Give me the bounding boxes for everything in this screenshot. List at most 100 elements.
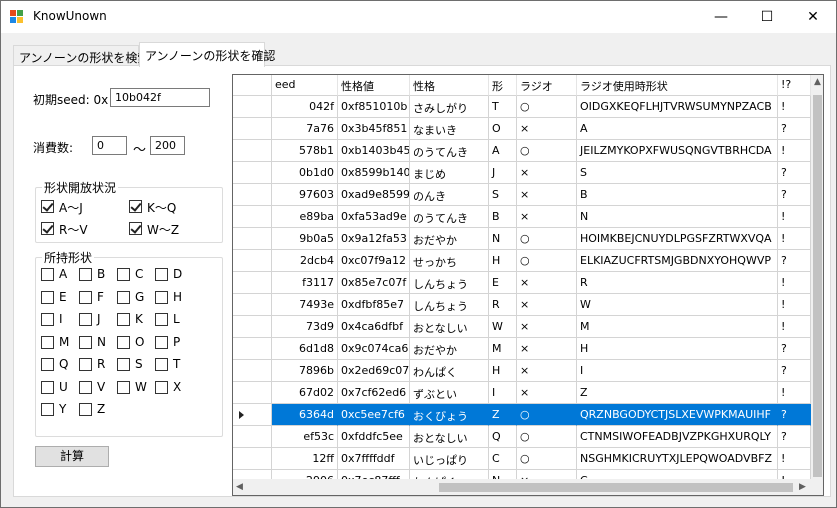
cell-seed[interactable]: 9b0a5 <box>272 228 338 250</box>
cell-shape[interactable]: A <box>489 140 517 162</box>
table-row[interactable]: 97603 0xad9e8599 のんき S × B? <box>233 184 811 206</box>
owned-j-checkbox[interactable] <box>79 313 92 326</box>
cell-radio-shape[interactable]: ELKIAZUCFRTSMJGBDNXYOHQWVP <box>577 250 778 272</box>
cell-radio-shape[interactable]: M <box>577 316 778 338</box>
cell-nature[interactable]: さみしがり <box>410 96 489 118</box>
owned-z-checkbox[interactable] <box>79 403 92 416</box>
cell-seed[interactable]: f3117 <box>272 272 338 294</box>
owned-q-checkbox[interactable] <box>41 358 54 371</box>
table-row[interactable]: 67d02 0x7cf62ed6 ずぶとい I × Z! <box>233 382 811 404</box>
owned-i-checkbox[interactable] <box>41 313 54 326</box>
horizontal-scroll-thumb[interactable] <box>439 483 793 492</box>
cell-radio-shape[interactable]: QRZNBGODYCTJSLXEVWPKMAUIHF <box>577 404 778 426</box>
cell-seed[interactable]: 7896b <box>272 360 338 382</box>
cell-shape[interactable]: E <box>489 272 517 294</box>
row-header[interactable] <box>233 162 272 184</box>
table-row[interactable]: e89ba 0xfa53ad9e のうてんき B × N! <box>233 206 811 228</box>
cell-personality-value[interactable]: 0x2ed69c07 <box>338 360 410 382</box>
cell-personality-value[interactable]: 0xad9e8599 <box>338 184 410 206</box>
cell-mark[interactable]: ? <box>778 338 811 360</box>
row-header[interactable] <box>233 206 272 228</box>
owned-b-checkbox[interactable] <box>79 268 92 281</box>
cell-radio[interactable]: ○ <box>517 426 577 448</box>
tab-search-shape[interactable]: アンノーンの形状を検索 <box>13 45 149 66</box>
cell-radio[interactable]: × <box>517 118 577 140</box>
table-row[interactable]: 2dcb4 0xc07f9a12 せっかち H ○ ELKIAZUCFRTSMJGBDNX… <box>233 250 811 272</box>
cell-radio[interactable]: ○ <box>517 140 577 162</box>
cell-nature[interactable]: わんぱく <box>410 470 489 479</box>
unlock-k-q-checkbox[interactable] <box>129 200 142 213</box>
cell-nature[interactable]: おくびょう <box>410 404 489 426</box>
cell-mark[interactable]: ! <box>778 382 811 404</box>
seed-input[interactable]: 10b042f <box>110 88 210 107</box>
cell-mark[interactable]: ! <box>778 448 811 470</box>
maximize-button[interactable]: ☐ <box>744 1 790 33</box>
owned-g-checkbox[interactable] <box>117 290 130 304</box>
owned-d-checkbox[interactable] <box>155 268 168 281</box>
cell-seed[interactable]: 042f <box>272 96 338 118</box>
cell-mark[interactable]: ? <box>778 404 811 426</box>
result-grid[interactable]: eed 性格値 性格 形 ラジオ ラジオ使用時形状 !? 042f 0xf8510… <box>232 74 824 496</box>
cell-shape[interactable]: C <box>489 448 517 470</box>
cell-radio-shape[interactable]: OIDGXKEQFLHJTVRWSUMYNPZACB <box>577 96 778 118</box>
cell-shape[interactable]: I <box>489 382 517 404</box>
table-row[interactable]: 6d1d8 0x9c074ca6 おだやか M × H? <box>233 338 811 360</box>
owned-m-checkbox[interactable] <box>41 335 54 349</box>
cell-nature[interactable]: のうてんき <box>410 206 489 228</box>
cell-radio-shape[interactable]: N <box>577 206 778 228</box>
cell-personality-value[interactable]: 0xb1403b45 <box>338 140 410 162</box>
cell-personality-value[interactable]: 0x7cf62ed6 <box>338 382 410 404</box>
cell-nature[interactable]: しんちょう <box>410 294 489 316</box>
cell-mark[interactable]: ? <box>778 360 811 382</box>
cell-mark[interactable]: ! <box>778 228 811 250</box>
table-row[interactable]: ef53c 0xfddfc5ee おとなしい Q ○ CTNMSIWOFEADBJVZPK… <box>233 426 811 448</box>
cell-seed[interactable]: 578b1 <box>272 140 338 162</box>
cell-radio[interactable]: × <box>517 272 577 294</box>
vertical-scrollbar[interactable]: ▲ <box>811 75 823 479</box>
cell-radio-shape[interactable]: A <box>577 118 778 140</box>
cell-radio-shape[interactable]: C <box>577 470 778 479</box>
cell-seed[interactable]: e89ba <box>272 206 338 228</box>
cell-radio[interactable]: × <box>517 338 577 360</box>
cell-shape[interactable]: M <box>489 338 517 360</box>
header-personality-value[interactable]: 性格値 <box>338 75 410 96</box>
calculate-button[interactable]: 計算 <box>35 446 109 467</box>
table-row[interactable]: 29060x7ec87fffわんぱくN×C! <box>233 470 811 479</box>
row-header[interactable] <box>233 96 272 118</box>
cell-radio[interactable]: × <box>517 184 577 206</box>
unlock-r-v-checkbox[interactable] <box>41 222 54 235</box>
cell-radio[interactable]: ○ <box>517 448 577 470</box>
owned-o-checkbox[interactable] <box>117 335 130 349</box>
owned-p-checkbox[interactable] <box>155 335 168 349</box>
cell-shape[interactable]: O <box>489 118 517 140</box>
header-seed[interactable]: eed <box>272 75 338 96</box>
table-row[interactable]: 7493e 0xdfbf85e7 しんちょう R × W! <box>233 294 811 316</box>
cell-radio[interactable]: ○ <box>517 228 577 250</box>
cell-personality-value[interactable]: 0xdfbf85e7 <box>338 294 410 316</box>
cell-shape[interactable]: S <box>489 184 517 206</box>
cell-shape[interactable]: H <box>489 360 517 382</box>
cell-nature[interactable]: おだやか <box>410 338 489 360</box>
cell-seed[interactable]: 7a76 <box>272 118 338 140</box>
cell-seed[interactable]: 12ff <box>272 448 338 470</box>
cell-shape[interactable]: H <box>489 250 517 272</box>
close-button[interactable]: ✕ <box>790 1 836 33</box>
cell-mark[interactable]: ? <box>778 426 811 448</box>
cell-shape[interactable]: B <box>489 206 517 228</box>
owned-e-checkbox[interactable] <box>41 290 54 304</box>
cell-personality-value[interactable]: 0xc5ee7cf6 <box>338 404 410 426</box>
row-header[interactable] <box>233 118 272 140</box>
row-header[interactable] <box>233 470 272 479</box>
cell-seed[interactable]: ef53c <box>272 426 338 448</box>
cell-radio[interactable]: × <box>517 382 577 404</box>
owned-y-checkbox[interactable] <box>41 403 54 416</box>
cell-radio[interactable]: × <box>517 360 577 382</box>
header-shape[interactable]: 形 <box>489 75 517 96</box>
cell-radio[interactable]: ○ <box>517 96 577 118</box>
cell-nature[interactable]: わんぱく <box>410 360 489 382</box>
cell-seed[interactable]: 97603 <box>272 184 338 206</box>
consume-from-input[interactable]: 0 <box>92 136 127 155</box>
cell-personality-value[interactable]: 0x9a12fa53 <box>338 228 410 250</box>
cell-personality-value[interactable]: 0x8599b140 <box>338 162 410 184</box>
cell-shape[interactable]: Z <box>489 404 517 426</box>
